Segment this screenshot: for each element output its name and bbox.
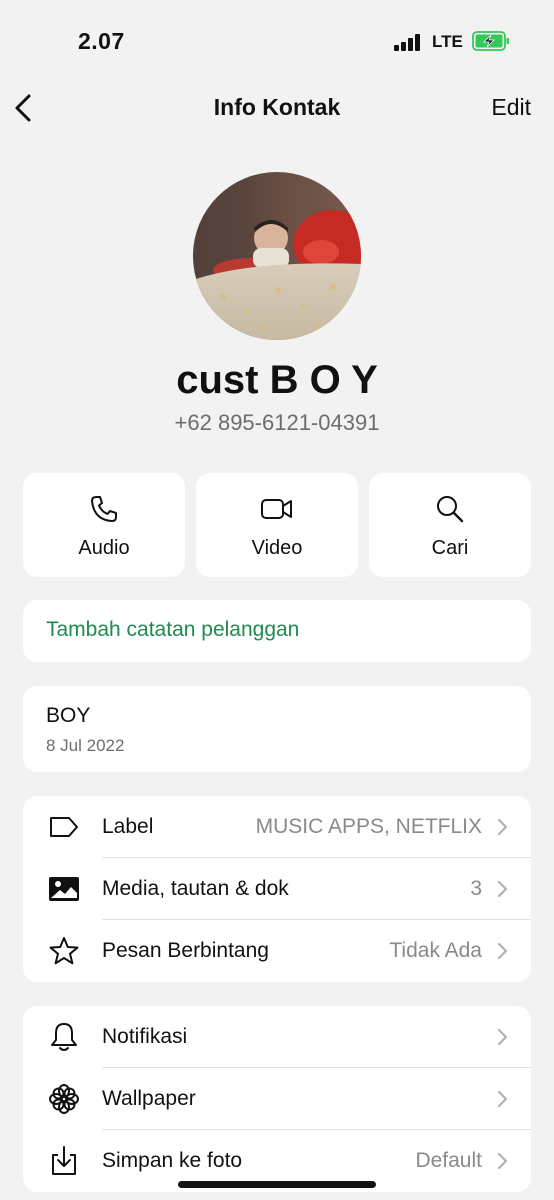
contact-name: cust B O Y: [176, 358, 378, 402]
download-icon: [52, 1146, 76, 1175]
settings-list: Notifikasi Wallpaper Simpan ke foto Defa…: [23, 1006, 531, 1192]
contact-phone: +62 895-6121-04391: [174, 410, 380, 435]
media-row-label: Media, tautan & dok: [102, 877, 289, 900]
starred-row-label: Pesan Berbintang: [102, 939, 269, 962]
about-card: BOY 8 Jul 2022: [23, 686, 531, 772]
image-icon: [49, 877, 79, 901]
label-row-label: Label: [102, 815, 154, 838]
nav-bar: Info Kontak Edit: [0, 80, 554, 136]
battery-icon: [472, 31, 509, 51]
flower-icon: [49, 1084, 79, 1114]
status-time: 2.07: [78, 28, 125, 54]
notifications-row-label: Notifikasi: [102, 1025, 188, 1048]
starred-messages-row[interactable]: Pesan Berbintang Tidak Ada: [23, 920, 531, 982]
video-call-button[interactable]: Video: [196, 473, 358, 577]
edit-button[interactable]: Edit: [491, 94, 531, 121]
video-label: Video: [251, 537, 303, 559]
notifications-row[interactable]: Notifikasi: [23, 1006, 531, 1068]
chevron-right-icon: [497, 1028, 508, 1046]
chevron-right-icon: [497, 880, 508, 898]
label-row[interactable]: Label MUSIC APPS, NETFLIX: [23, 796, 531, 858]
add-customer-note-button[interactable]: Tambah catatan pelanggan: [23, 600, 531, 662]
label-row-value: MUSIC APPS, NETFLIX: [255, 815, 482, 838]
wallpaper-row-label: Wallpaper: [102, 1087, 196, 1110]
save-to-photos-value: Default: [415, 1149, 482, 1172]
about-date: 8 Jul 2022: [46, 736, 125, 755]
page-title: Info Kontak: [213, 94, 341, 120]
status-bar: 2.07 LTE: [0, 0, 554, 80]
bell-icon: [51, 1023, 77, 1051]
video-icon: [261, 499, 292, 519]
star-icon: [49, 937, 79, 965]
media-row-value: 3: [470, 877, 482, 900]
avatar[interactable]: [193, 172, 361, 340]
tag-icon: [50, 817, 78, 837]
chevron-right-icon: [497, 1152, 508, 1170]
network-type: LTE: [432, 32, 463, 51]
about-text: BOY: [46, 704, 91, 727]
search-button[interactable]: Cari: [369, 473, 531, 577]
save-to-photos-label: Simpan ke foto: [102, 1149, 243, 1172]
chevron-right-icon: [497, 942, 508, 960]
signal-icon: [394, 33, 422, 51]
wallpaper-row[interactable]: Wallpaper: [23, 1068, 531, 1130]
audio-label: Audio: [78, 537, 130, 559]
chevron-right-icon: [497, 1090, 508, 1108]
starred-row-value: Tidak Ada: [389, 939, 482, 962]
add-note-label: Tambah catatan pelanggan: [46, 618, 300, 641]
chevron-right-icon: [497, 818, 508, 836]
contact-info-list: Label MUSIC APPS, NETFLIX Media, tautan …: [23, 796, 531, 982]
search-icon: [437, 496, 464, 523]
phone-icon: [91, 496, 117, 522]
media-row[interactable]: Media, tautan & dok 3: [23, 858, 531, 920]
home-indicator: [178, 1181, 376, 1188]
search-label: Cari: [431, 537, 469, 559]
audio-call-button[interactable]: Audio: [23, 473, 185, 577]
